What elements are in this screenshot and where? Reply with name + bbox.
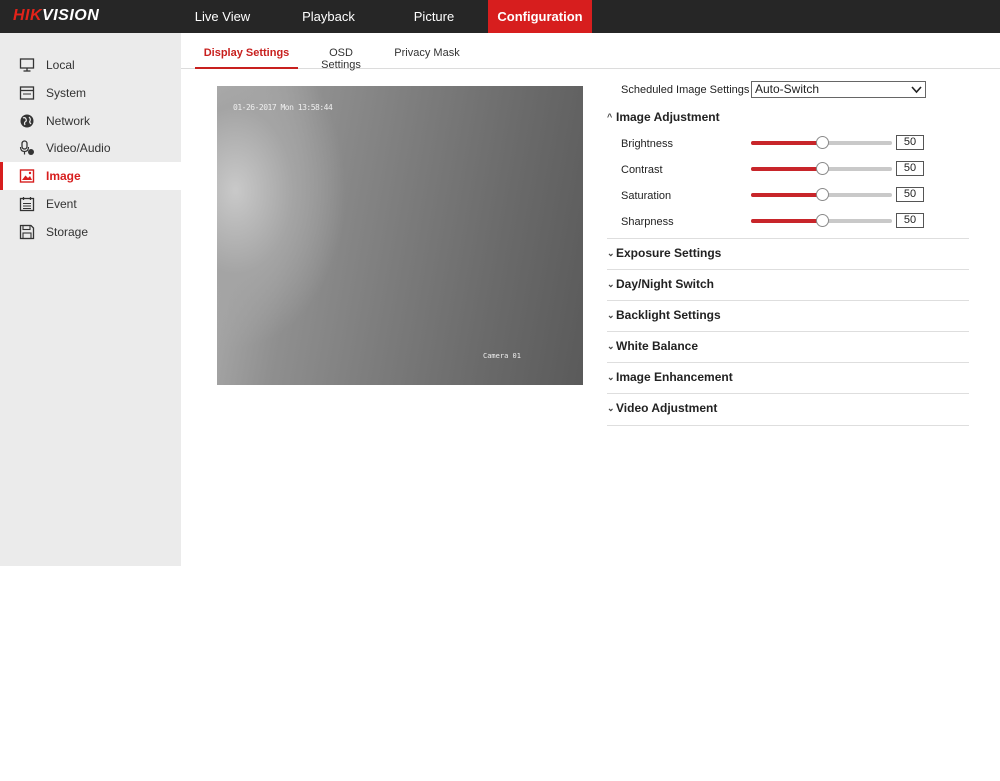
tab-osd-settings[interactable]: OSD Settings — [308, 47, 374, 71]
nav-live-view[interactable]: Live View — [180, 0, 265, 33]
chevron-down-icon: ⌄ — [607, 310, 615, 320]
osd-camera-name: Camera 01 — [483, 352, 521, 360]
chevron-down-icon: ⌄ — [607, 279, 615, 289]
slider-thumb[interactable] — [815, 162, 829, 175]
section-title: White Balance — [616, 339, 699, 353]
section-image-adjustment[interactable]: ^ Image Adjustment — [607, 110, 969, 124]
section-title: Backlight Settings — [616, 308, 721, 322]
contrast-label: Contrast — [621, 164, 663, 176]
image-icon — [19, 169, 35, 183]
sidebar-item-local[interactable]: Local — [0, 51, 181, 79]
scheduled-image-settings-select[interactable]: Auto-Switch — [751, 81, 926, 98]
sharpness-label: Sharpness — [621, 216, 674, 228]
section-title: Image Adjustment — [616, 110, 720, 124]
globe-icon — [20, 114, 34, 128]
scheduled-image-settings-label: Scheduled Image Settings — [621, 84, 750, 96]
sidebar-item-label: Video/Audio — [46, 141, 111, 155]
saturation-slider[interactable] — [751, 188, 892, 201]
sidebar-item-label: Local — [46, 58, 75, 72]
section-day-night-switch[interactable]: ⌄Day/Night Switch — [607, 277, 969, 291]
sidebar-item-label: Network — [46, 114, 91, 128]
calendar-icon — [19, 197, 35, 212]
section-video-adjustment[interactable]: ⌄Video Adjustment — [607, 401, 969, 415]
tab-privacy-mask[interactable]: Privacy Mask — [393, 47, 461, 69]
slider-fill — [751, 193, 822, 197]
section-title: Video Adjustment — [616, 401, 718, 415]
sidebar-item-image[interactable]: Image — [0, 162, 181, 190]
sidebar-item-label: Image — [46, 169, 81, 183]
sidebar-item-event[interactable]: Event — [0, 190, 181, 218]
slider-thumb[interactable] — [815, 136, 829, 149]
slider-fill — [751, 167, 822, 171]
contrast-slider[interactable] — [751, 162, 892, 175]
sidebar-item-label: Event — [46, 197, 77, 211]
slider-fill — [751, 141, 822, 145]
chevron-down-icon: ⌄ — [607, 403, 615, 413]
saturation-label: Saturation — [621, 190, 672, 202]
scheduled-image-settings-value: Auto-Switch — [755, 82, 820, 96]
floppy-icon — [19, 224, 35, 240]
section-image-enhancement[interactable]: ⌄Image Enhancement — [607, 370, 969, 384]
saturation-value-input[interactable]: 50 — [896, 187, 924, 202]
sharpness-slider[interactable] — [751, 214, 892, 227]
monitor-icon — [19, 58, 35, 72]
sidebar-item-label: Storage — [46, 225, 89, 239]
video-preview[interactable]: 01-26-2017 Mon 13:58:44 Camera 01 — [217, 86, 583, 385]
chevron-down-icon: ⌄ — [607, 341, 615, 351]
section-exposure-settings[interactable]: ⌄Exposure Settings — [607, 246, 969, 260]
divider — [607, 300, 969, 301]
chevron-down-icon: ⌄ — [607, 372, 615, 382]
divider — [607, 269, 969, 270]
section-backlight-settings[interactable]: ⌄Backlight Settings — [607, 308, 969, 322]
section-white-balance[interactable]: ⌄White Balance — [607, 339, 969, 353]
divider — [607, 362, 969, 363]
section-title: Day/Night Switch — [616, 277, 715, 291]
sidebar-item-network[interactable]: Network — [0, 107, 181, 135]
brightness-value-input[interactable]: 50 — [896, 135, 924, 150]
sidebar-item-storage[interactable]: Storage — [0, 218, 181, 246]
contrast-value-input[interactable]: 50 — [896, 161, 924, 176]
brightness-slider[interactable] — [751, 136, 892, 149]
sidebar-item-label: System — [46, 86, 87, 100]
slider-fill — [751, 219, 822, 223]
sidebar-item-video-audio[interactable]: Video/Audio — [0, 134, 181, 162]
nav-picture[interactable]: Picture — [392, 0, 476, 33]
top-navigation-bar: HIKVISION Live View Playback Picture Con… — [0, 0, 1000, 33]
divider — [607, 393, 969, 394]
sharpness-value-input[interactable]: 50 — [896, 213, 924, 228]
nav-configuration[interactable]: Configuration — [488, 0, 592, 33]
hikvision-logo: HIKVISION — [13, 7, 100, 24]
divider — [607, 331, 969, 332]
system-icon — [19, 86, 35, 100]
chevron-down-icon — [911, 86, 922, 94]
slider-thumb[interactable] — [815, 214, 829, 227]
brightness-label: Brightness — [621, 138, 673, 150]
sidebar: Local System Network Video/Audio Image E… — [0, 33, 181, 566]
sidebar-item-system[interactable]: System — [0, 79, 181, 107]
nav-playback[interactable]: Playback — [285, 0, 372, 33]
tab-display-settings[interactable]: Display Settings — [195, 47, 298, 69]
divider — [607, 238, 969, 239]
chevron-down-icon: ⌄ — [607, 248, 615, 258]
section-title: Image Enhancement — [616, 370, 733, 384]
slider-thumb[interactable] — [815, 188, 829, 201]
osd-timestamp: 01-26-2017 Mon 13:58:44 — [233, 103, 333, 112]
divider — [607, 425, 969, 426]
section-title: Exposure Settings — [616, 246, 722, 260]
microphone-icon — [19, 140, 34, 155]
settings-tabs: Display Settings OSD Settings Privacy Ma… — [181, 33, 1000, 71]
chevron-up-icon: ^ — [607, 112, 613, 122]
